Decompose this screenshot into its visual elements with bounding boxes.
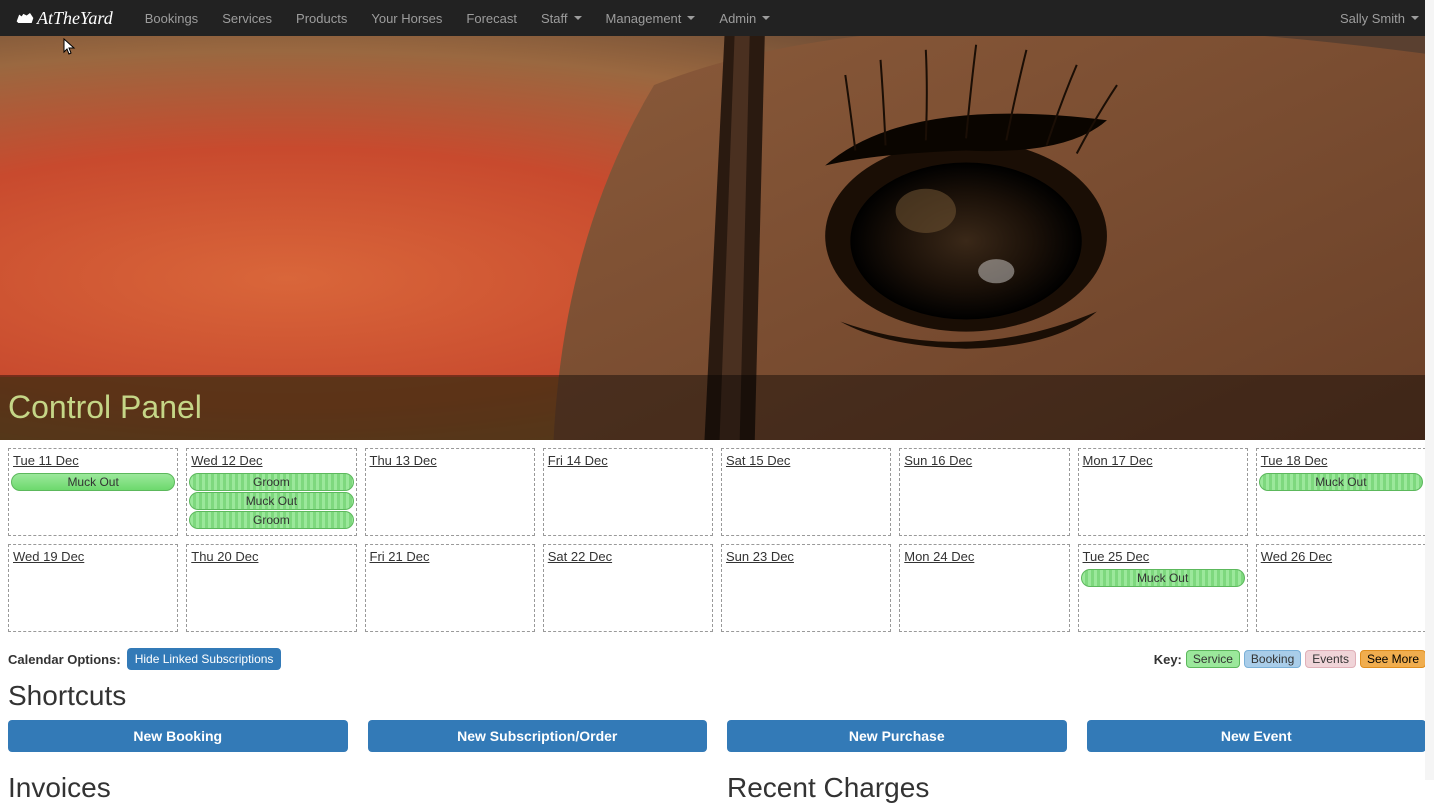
calendar-options-label: Calendar Options: — [8, 652, 121, 667]
calendar-day: Mon 24 Dec — [899, 544, 1069, 632]
brand-text: AtTheYard — [37, 8, 113, 29]
calendar-day: Tue 25 DecMuck Out — [1078, 544, 1248, 632]
invoices-section: Invoices — [8, 772, 707, 804]
calendar-event[interactable]: Muck Out — [11, 473, 175, 491]
day-header-link[interactable]: Thu 20 Dec — [189, 547, 260, 568]
day-header-link[interactable]: Wed 12 Dec — [189, 451, 264, 472]
calendar-day: Sat 22 Dec — [543, 544, 713, 632]
nav-label: Products — [296, 11, 347, 26]
nav-admin[interactable]: Admin — [719, 11, 770, 26]
day-header-link[interactable]: Thu 13 Dec — [368, 451, 439, 472]
nav-label: Management — [606, 11, 682, 26]
nav-label: Staff — [541, 11, 568, 26]
calendar-day: Thu 13 Dec — [365, 448, 535, 536]
day-header-link[interactable]: Sat 15 Dec — [724, 451, 792, 472]
day-header-link[interactable]: Wed 26 Dec — [1259, 547, 1334, 568]
nav-products[interactable]: Products — [296, 11, 347, 26]
calendar-day: Tue 18 DecMuck Out — [1256, 448, 1426, 536]
day-header-link[interactable]: Sun 23 Dec — [724, 547, 796, 568]
day-header-link[interactable]: Sat 22 Dec — [546, 547, 614, 568]
calendar-day: Mon 17 Dec — [1078, 448, 1248, 536]
chevron-down-icon — [574, 16, 582, 20]
calendar-day: Sun 23 Dec — [721, 544, 891, 632]
nav-staff[interactable]: Staff — [541, 11, 582, 26]
nav-label: Services — [222, 11, 272, 26]
nav-label: Forecast — [466, 11, 517, 26]
calendar-options: Calendar Options: Hide Linked Subscripti… — [8, 648, 281, 670]
key-events-badge: Events — [1305, 650, 1356, 668]
day-header-link[interactable]: Sun 16 Dec — [902, 451, 974, 472]
day-header-link[interactable]: Mon 24 Dec — [902, 547, 976, 568]
nav-label: Bookings — [145, 11, 198, 26]
chevron-down-icon — [762, 16, 770, 20]
calendar-day: Fri 14 Dec — [543, 448, 713, 536]
calendar-day: Wed 19 Dec — [8, 544, 178, 632]
user-name: Sally Smith — [1340, 11, 1405, 26]
chevron-down-icon — [687, 16, 695, 20]
calendar-day: Sun 16 Dec — [899, 448, 1069, 536]
calendar-day: Thu 20 Dec — [186, 544, 356, 632]
nav-label: Your Horses — [371, 11, 442, 26]
calendar-day: Tue 11 DecMuck Out — [8, 448, 178, 536]
calendar-key: Key: Service Booking Events See More — [1154, 650, 1426, 668]
key-booking-badge: Booking — [1244, 650, 1301, 668]
scrollbar[interactable] — [1425, 0, 1434, 780]
new-purchase-button[interactable]: New Purchase — [727, 720, 1067, 752]
calendar: Tue 11 DecMuck OutWed 12 DecGroomMuck Ou… — [0, 440, 1434, 648]
day-header-link[interactable]: Fri 21 Dec — [368, 547, 432, 568]
calendar-event[interactable]: Muck Out — [1081, 569, 1245, 587]
user-menu[interactable]: Sally Smith — [1340, 11, 1419, 26]
nav-label: Admin — [719, 11, 756, 26]
page-title: Control Panel — [8, 389, 1426, 426]
new-subscription-order-button[interactable]: New Subscription/Order — [368, 720, 708, 752]
day-header-link[interactable]: Wed 19 Dec — [11, 547, 86, 568]
day-header-link[interactable]: Tue 11 Dec — [11, 451, 81, 472]
day-header-link[interactable]: Tue 18 Dec — [1259, 451, 1330, 472]
nav-services[interactable]: Services — [222, 11, 272, 26]
nav-your-horses[interactable]: Your Horses — [371, 11, 442, 26]
recent-charges-section: Recent Charges — [727, 772, 1426, 804]
navbar: AtTheYard Bookings Services Products Your H… — [0, 0, 1434, 36]
brand-logo[interactable]: AtTheYard — [15, 8, 113, 29]
shortcuts-section: Shortcuts New Booking New Subscription/Or… — [0, 680, 1434, 752]
hero-title-bar: Control Panel — [0, 375, 1434, 440]
calendar-day: Sat 15 Dec — [721, 448, 891, 536]
key-label: Key: — [1154, 652, 1182, 667]
shortcuts-heading: Shortcuts — [8, 680, 1426, 712]
hero-banner: Control Panel — [0, 36, 1434, 440]
new-booking-button[interactable]: New Booking — [8, 720, 348, 752]
key-service-badge: Service — [1186, 650, 1240, 668]
calendar-event[interactable]: Muck Out — [189, 492, 353, 510]
new-event-button[interactable]: New Event — [1087, 720, 1427, 752]
calendar-day: Wed 12 DecGroomMuck OutGroom — [186, 448, 356, 536]
day-header-link[interactable]: Fri 14 Dec — [546, 451, 610, 472]
cursor-icon — [63, 38, 77, 59]
calendar-day: Wed 26 Dec — [1256, 544, 1426, 632]
calendar-event[interactable]: Muck Out — [1259, 473, 1423, 491]
calendar-day: Fri 21 Dec — [365, 544, 535, 632]
nav-bookings[interactable]: Bookings — [145, 11, 198, 26]
nav-forecast[interactable]: Forecast — [466, 11, 517, 26]
invoices-heading: Invoices — [8, 772, 707, 804]
day-header-link[interactable]: Tue 25 Dec — [1081, 547, 1152, 568]
chevron-down-icon — [1411, 16, 1419, 20]
nav-management[interactable]: Management — [606, 11, 696, 26]
day-header-link[interactable]: Mon 17 Dec — [1081, 451, 1155, 472]
calendar-event[interactable]: Groom — [189, 511, 353, 529]
key-seemore-button[interactable]: See More — [1360, 650, 1426, 668]
calendar-event[interactable]: Groom — [189, 473, 353, 491]
hide-linked-subscriptions-button[interactable]: Hide Linked Subscriptions — [127, 648, 282, 670]
horse-icon — [15, 11, 35, 25]
recent-charges-heading: Recent Charges — [727, 772, 1426, 804]
